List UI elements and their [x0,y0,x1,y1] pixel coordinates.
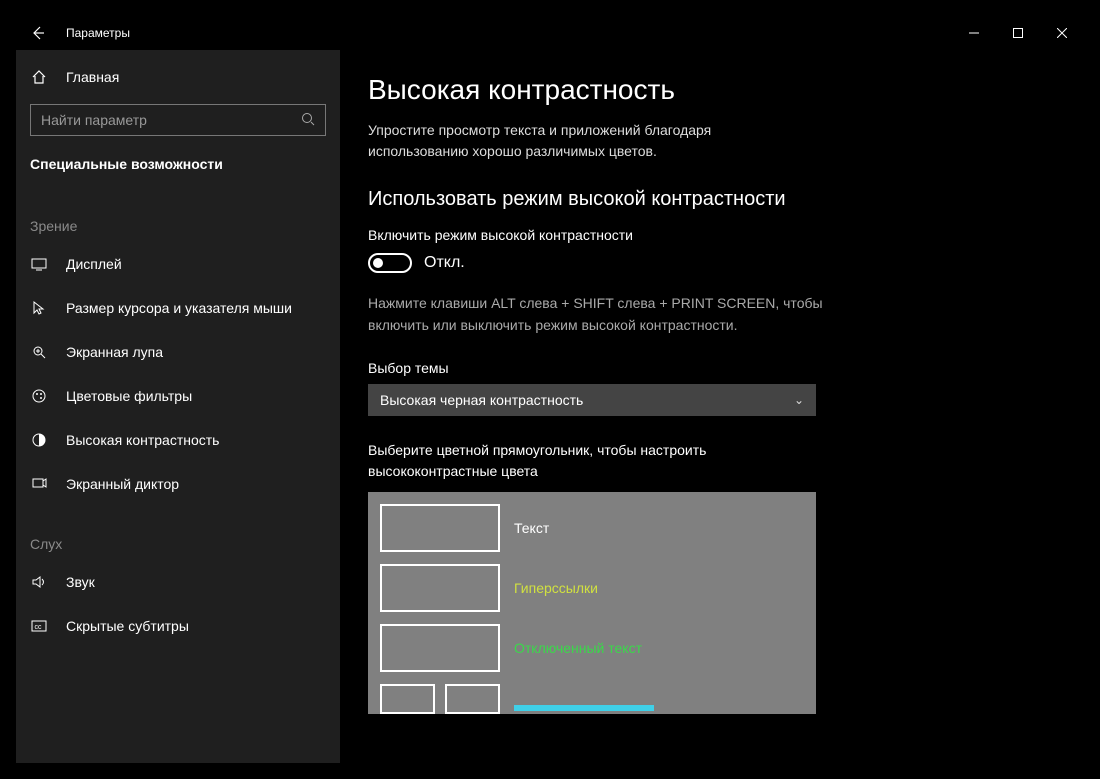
group-title-vision: Зрение [16,188,340,242]
color-swatch-disabled[interactable] [380,624,500,672]
nav-narrator[interactable]: Экранный диктор [16,462,340,506]
nav-cc[interactable]: cc Скрытые субтитры [16,604,340,648]
color-swatch-selected-fg[interactable] [380,684,435,714]
svg-text:cc: cc [35,624,43,631]
color-swatch-text[interactable] [380,504,500,552]
nav-magnifier[interactable]: Экранная лупа [16,330,340,374]
section-title-use: Использовать режим высокой контрастности [368,188,1056,211]
minimize-button[interactable] [952,17,996,49]
nav-color-filter[interactable]: Цветовые фильтры [16,374,340,418]
theme-label: Выбор темы [368,360,1056,376]
window-title: Параметры [66,26,130,40]
search-input[interactable] [30,104,326,136]
color-swatch-hyperlinks[interactable] [380,564,500,612]
nav-item-label: Высокая контрастность [66,432,219,448]
high-contrast-toggle[interactable] [368,253,412,273]
nav-display[interactable]: Дисплей [16,242,340,286]
shortcut-hint: Нажмите клавиши ALT слева + SHIFT слева … [368,293,828,336]
magnifier-icon [30,343,48,361]
nav-home[interactable]: Главная [16,58,340,96]
nav-sound[interactable]: Звук [16,560,340,604]
chevron-down-icon: ⌄ [794,393,804,407]
theme-value: Высокая черная контрастность [380,392,794,408]
page-title: Высокая контрастность [368,74,1056,106]
nav-high-contrast[interactable]: Высокая контрастность [16,418,340,462]
cc-icon: cc [30,617,48,635]
nav-item-label: Размер курсора и указателя мыши [66,300,292,316]
color-label-hyperlinks: Гиперссылки [514,580,598,596]
back-button[interactable] [26,21,50,45]
home-icon [30,68,48,86]
color-label-text: Текст [514,520,549,536]
category-title: Специальные возможности [16,146,340,188]
color-preview: Текст Гиперссылки Отключенный текст [368,492,816,714]
maximize-button[interactable] [996,17,1040,49]
search-icon [300,111,316,132]
cursor-icon [30,299,48,317]
nav-home-label: Главная [66,69,119,85]
close-button[interactable] [1040,17,1084,49]
sidebar: Главная Специальные возможности Зрение Д… [16,50,340,763]
nav-item-label: Дисплей [66,256,122,272]
display-icon [30,255,48,273]
contrast-icon [30,431,48,449]
narrator-icon [30,475,48,493]
selected-text-bar [514,705,654,711]
toggle-state: Откл. [424,254,465,272]
nav-cursor[interactable]: Размер курсора и указателя мыши [16,286,340,330]
nav-item-label: Звук [66,574,95,590]
nav-item-label: Экранная лупа [66,344,163,360]
color-swatch-selected-bg[interactable] [445,684,500,714]
page-description: Упростите просмотр текста и приложений б… [368,120,788,162]
color-label-disabled: Отключенный текст [514,640,642,656]
group-title-hearing: Слух [16,506,340,560]
main-content: Высокая контрастность Упростите просмотр… [340,50,1084,763]
nav-item-label: Цветовые фильтры [66,388,192,404]
sound-icon [30,573,48,591]
toggle-label: Включить режим высокой контрастности [368,227,1056,243]
preview-label: Выберите цветной прямоугольник, чтобы на… [368,440,808,482]
nav-item-label: Экранный диктор [66,476,179,492]
theme-dropdown[interactable]: Высокая черная контрастность ⌄ [368,384,816,416]
color-filter-icon [30,387,48,405]
nav-item-label: Скрытые субтитры [66,618,189,634]
